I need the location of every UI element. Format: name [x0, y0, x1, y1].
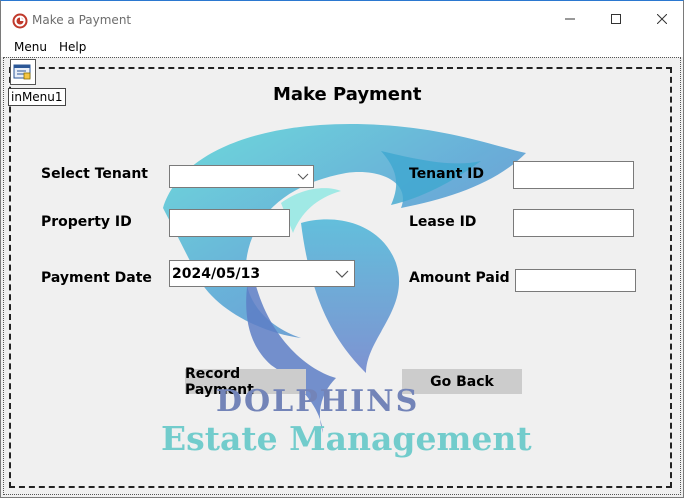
payment-date-picker[interactable]: 2024/05/13: [169, 260, 355, 287]
payment-date-label: Payment Date: [41, 270, 152, 286]
maximize-icon: [611, 14, 621, 24]
menu-bar: Menu Help: [1, 37, 683, 57]
brand-name: DOLPHINS: [216, 384, 420, 419]
payment-window: Make a Payment Menu Help inMenu1 Make Pa…: [0, 0, 684, 498]
menu-component-icon: [13, 64, 31, 80]
select-tenant-dropdown[interactable]: [169, 165, 314, 188]
menu-item-help[interactable]: Help: [59, 40, 86, 54]
menu-item-menu[interactable]: Menu: [14, 40, 47, 54]
menu-component-box[interactable]: [10, 59, 36, 85]
close-icon: [657, 14, 667, 24]
minimize-icon: [565, 18, 575, 20]
page-title: Make Payment: [273, 84, 422, 105]
maximize-button[interactable]: [593, 1, 639, 37]
app-logo-icon: [12, 13, 28, 29]
payment-date-value: 2024/05/13: [172, 266, 261, 282]
close-button[interactable]: [639, 1, 684, 37]
tenant-id-field[interactable]: [513, 161, 634, 189]
title-bar[interactable]: Make a Payment: [1, 1, 683, 37]
select-tenant-label: Select Tenant: [41, 166, 148, 182]
lease-id-field[interactable]: [513, 209, 634, 237]
minimize-button[interactable]: [547, 1, 593, 37]
brand-tagline: Estate Management: [161, 419, 532, 458]
menu-component-label: inMenu1: [8, 88, 66, 106]
amount-paid-label: Amount Paid: [409, 270, 510, 286]
window-title: Make a Payment: [32, 13, 132, 27]
chevron-down-icon[interactable]: [335, 269, 349, 279]
property-id-label: Property ID: [41, 214, 132, 230]
tenant-id-label: Tenant ID: [409, 166, 484, 182]
go-back-button[interactable]: Go Back: [402, 369, 522, 394]
property-id-field[interactable]: [169, 209, 290, 237]
amount-paid-field[interactable]: [515, 269, 636, 292]
chevron-down-icon: [297, 173, 309, 180]
lease-id-label: Lease ID: [409, 214, 477, 230]
